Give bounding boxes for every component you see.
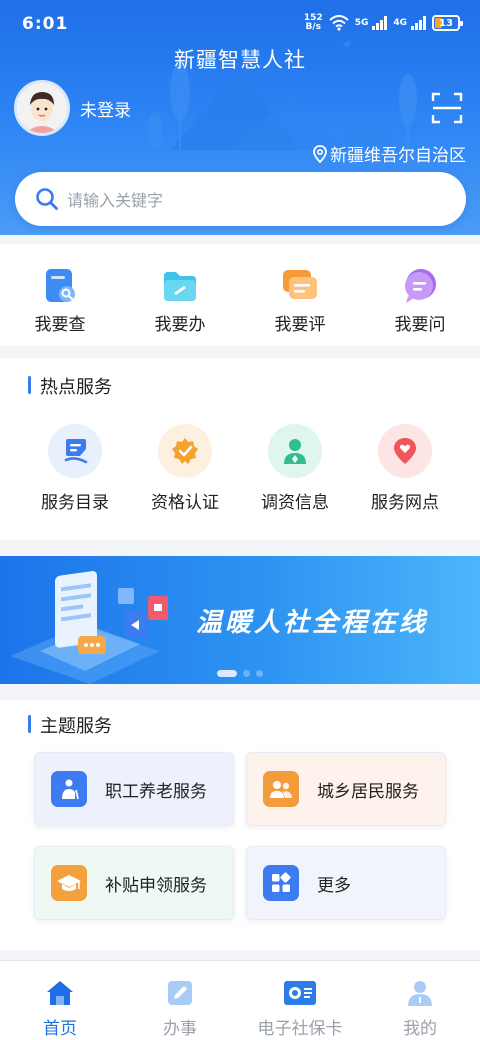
quick-action-query[interactable]: 我要查 [0, 244, 120, 346]
quick-action-handle[interactable]: 我要办 [120, 244, 240, 346]
wifi-icon [329, 15, 349, 31]
residents-icon [270, 781, 292, 798]
tab-home[interactable]: 首页 [0, 961, 120, 1040]
status-bar: 6:01 152 B/s 5G 4G 13 [0, 0, 480, 44]
status-indicators: 152 B/s 5G 4G 13 [303, 12, 463, 34]
banner-illustration-icon [10, 571, 168, 684]
theme-pension-card[interactable]: 职工养老服务 [34, 752, 234, 826]
hot-services-grid: 服务目录 资格认证 调资信息 服务网点 [0, 424, 480, 513]
graduation-cap-icon [57, 875, 81, 891]
location-selector[interactable]: 新疆维吾尔自治区 [312, 141, 466, 166]
search-icon [36, 188, 58, 210]
search-bar[interactable]: 请输入关键字 [15, 172, 466, 226]
network-speed: 152 B/s [303, 13, 323, 32]
quick-action-ask[interactable]: 我要问 [360, 244, 480, 346]
more-grid-icon [272, 872, 291, 892]
theme-more-card[interactable]: 更多 [246, 846, 446, 920]
banner-dot-1[interactable] [217, 670, 237, 677]
folder-edit-icon [164, 272, 196, 301]
signal-4g-icon [411, 16, 426, 30]
edit-icon [168, 981, 192, 1005]
battery-icon: 13 [432, 15, 463, 31]
login-status[interactable]: 未登录 [80, 96, 131, 121]
banner-dot-2[interactable] [243, 670, 250, 677]
home-icon [47, 981, 73, 1005]
header: 6:01 152 B/s 5G 4G 13 新疆智慧人社 未登录 新疆维吾尔自治… [0, 0, 480, 235]
tab-profile[interactable]: 我的 [360, 961, 480, 1040]
social-card-icon [284, 981, 316, 1005]
hot-service-salary-info[interactable]: 调资信息 [240, 424, 350, 513]
banner-slogan: 温暖人社全程在线 [196, 608, 429, 638]
app-screen: 6:01 152 B/s 5G 4G 13 新疆智慧人社 未登录 新疆维吾尔自治… [0, 0, 480, 1040]
signal-5g-icon [372, 16, 388, 30]
tab-social-card[interactable]: 电子社保卡 [240, 961, 360, 1040]
query-doc-icon [46, 269, 75, 302]
hot-services-section: 热点服务 服务目录 资格认证 调资信息 服务网点 [0, 358, 480, 540]
location-pin-icon [313, 144, 327, 163]
promo-banner[interactable]: 温暖人社全程在线 [0, 556, 480, 684]
location-heart-icon [394, 438, 416, 464]
quick-action-evaluate[interactable]: 我要评 [240, 244, 360, 346]
theme-residents-card[interactable]: 城乡居民服务 [246, 752, 446, 826]
search-placeholder: 请输入关键字 [67, 191, 164, 210]
hot-services-title: 热点服务 [28, 373, 112, 399]
elderly-worker-icon [62, 779, 79, 800]
quick-actions: 我要查 我要办 我要评 我要问 [0, 244, 480, 346]
location-label: 新疆维吾尔自治区 [330, 146, 466, 166]
status-time: 6:01 [22, 14, 69, 34]
hot-service-certification[interactable]: 资格认证 [130, 424, 240, 513]
theme-services-section: 主题服务 职工养老服务 城乡居民服务 补贴申领服务 更多 [0, 700, 480, 950]
tab-handle[interactable]: 办事 [120, 961, 240, 1040]
theme-services-title: 主题服务 [28, 712, 112, 738]
scan-icon[interactable] [430, 91, 464, 125]
hot-service-outlets[interactable]: 服务网点 [350, 424, 460, 513]
user-avatar-icon [17, 83, 67, 133]
bottom-tab-bar: 首页 办事 电子社保卡 我的 [0, 960, 480, 1040]
comment-icon [283, 270, 317, 299]
avatar[interactable] [14, 80, 70, 136]
person-info-icon [284, 439, 306, 464]
app-title: 新疆智慧人社 [174, 48, 306, 72]
banner-dot-3[interactable] [256, 670, 263, 677]
profile-icon [408, 981, 432, 1006]
catalog-icon [64, 439, 88, 464]
hot-service-catalog[interactable]: 服务目录 [20, 424, 130, 513]
theme-subsidy-card[interactable]: 补贴申领服务 [34, 846, 234, 920]
certify-badge-icon [172, 438, 198, 464]
banner-pagination[interactable] [217, 670, 263, 677]
chat-bubble-icon [405, 269, 436, 303]
